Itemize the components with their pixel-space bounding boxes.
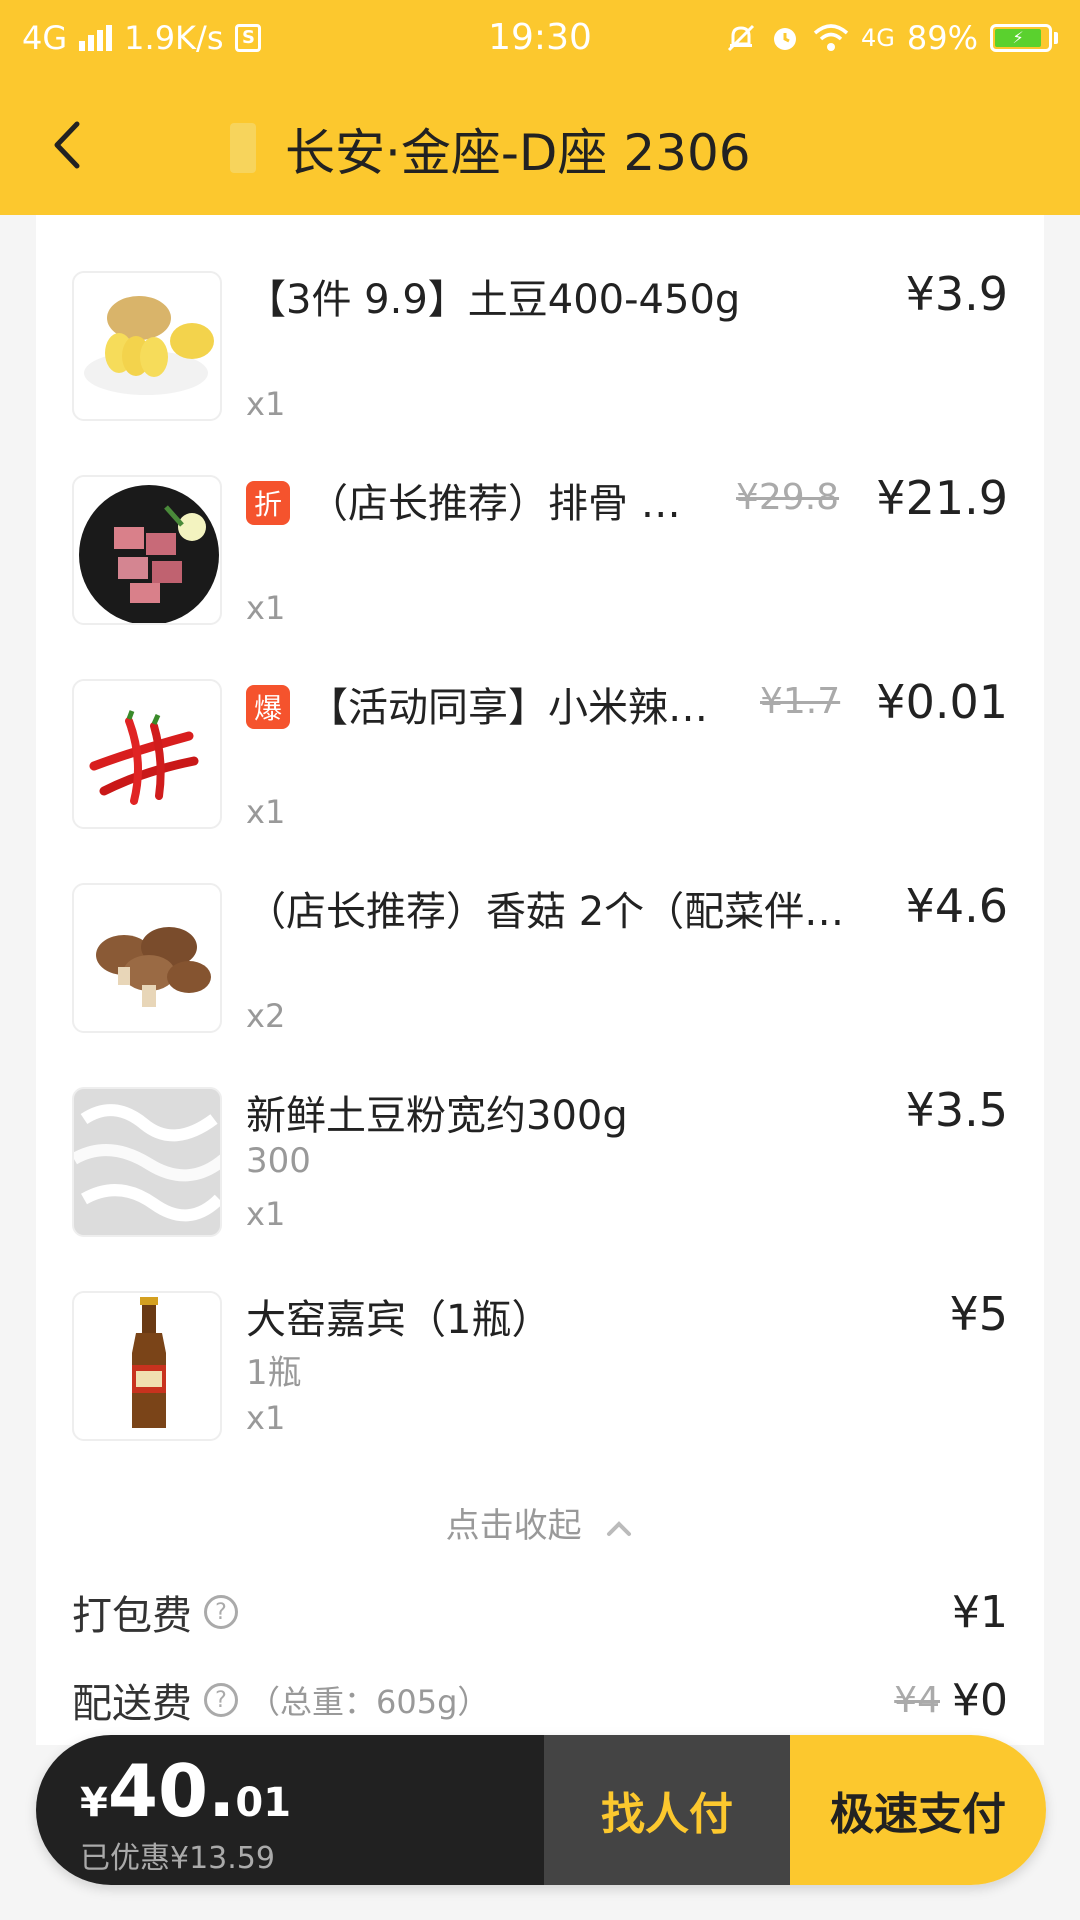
blurred-name <box>230 123 256 173</box>
item-price: ¥5 <box>949 1287 1008 1341</box>
page-title: 长安·金座-D座 2306 <box>285 124 751 182</box>
item-price: ¥4.6 <box>905 879 1008 933</box>
delivery-weight-note: （总重：605g） <box>248 1683 490 1721</box>
packing-fee-label: 打包费 <box>72 1593 192 1639</box>
item-price: ¥3.9 <box>905 267 1008 321</box>
potato-image <box>72 271 222 421</box>
help-icon[interactable]: ? <box>204 1683 238 1717</box>
nav-bar: 长安·金座-D座 2306 <box>0 75 1080 215</box>
item-original-price: ¥29.8 <box>736 477 840 518</box>
order-item[interactable]: 爆 【活动同享】小米辣… ¥1.7 x1 ¥0.01 <box>36 623 1044 831</box>
wifi-icon <box>813 23 849 51</box>
packing-fee-value: ¥1 <box>952 1586 1008 1638</box>
item-qty: x1 <box>246 1399 286 1437</box>
network-speed: 1.9K/s <box>124 18 224 57</box>
mute-bell-icon <box>727 24 755 51</box>
delivery-fee-value: ¥0 <box>952 1674 1008 1726</box>
beer-bottle-image <box>72 1291 222 1441</box>
hot-tag: 爆 <box>246 685 290 729</box>
help-icon[interactable]: ? <box>204 1595 238 1629</box>
item-price: ¥3.5 <box>905 1083 1008 1137</box>
item-price: ¥0.01 <box>876 675 1008 729</box>
collapse-label: 点击收起 <box>445 1506 582 1546</box>
battery-icon: ⚡ <box>990 23 1058 52</box>
item-qty: x1 <box>246 589 286 627</box>
item-name: 【活动同享】小米辣… <box>308 685 708 731</box>
item-original-price: ¥1.7 <box>760 681 841 722</box>
order-item[interactable]: （店长推荐）香菇 2个（配菜伴… x2 ¥4.6 <box>36 827 1044 1035</box>
chevron-up-icon <box>607 1520 632 1536</box>
total-decimal: 01 <box>235 1780 292 1826</box>
sim-icon: S <box>235 23 262 52</box>
currency-symbol: ¥ <box>80 1780 108 1826</box>
order-card: 【3件 9.9】土豆400-450g x1 ¥3.9 折 （店长推荐）排骨 … … <box>36 215 1044 1745</box>
item-spec: 300 <box>246 1141 311 1181</box>
order-item[interactable]: 折 （店长推荐）排骨 … ¥29.8 x1 ¥21.9 <box>36 419 1044 627</box>
item-qty: x1 <box>246 385 286 423</box>
item-price: ¥21.9 <box>876 471 1008 525</box>
item-qty: x2 <box>246 997 286 1035</box>
item-name: 【3件 9.9】土豆400-450g <box>246 277 741 323</box>
order-item[interactable]: 大窑嘉宾（1瓶） 1瓶 x1 ¥5 <box>36 1235 1044 1441</box>
delivery-fee-original: ¥4 <box>894 1679 940 1721</box>
total-integer: 40. <box>107 1749 236 1833</box>
chevron-left-icon <box>54 121 80 169</box>
packing-fee-row: 打包费 ? ¥1 <box>72 1582 1008 1642</box>
pay-summary: ¥40.01 已优惠¥13.59 <box>36 1735 544 1885</box>
item-name: 新鲜土豆粉宽约300g <box>246 1093 628 1139</box>
network-type-right: 4G <box>861 23 895 52</box>
item-qty: x1 <box>246 793 286 831</box>
battery-percent: 89% <box>906 18 978 57</box>
item-qty: x1 <box>246 1195 286 1233</box>
discount-tag: 折 <box>246 481 290 525</box>
express-pay-button[interactable]: 极速支付 <box>790 1735 1046 1885</box>
back-button[interactable] <box>38 115 94 175</box>
item-name: （店长推荐）香菇 2个（配菜伴… <box>246 889 845 935</box>
item-name: （店长推荐）排骨 … <box>308 481 681 527</box>
total-amount: ¥40.01 <box>80 1749 291 1833</box>
mushroom-image <box>72 883 222 1033</box>
alarm-icon <box>774 27 796 50</box>
item-spec: 1瓶 <box>246 1353 302 1393</box>
collapse-toggle[interactable]: 点击收起 <box>36 1498 1044 1547</box>
header: 4G 1.9K/s S 19:30 4G 89% ⚡ 长安·金座-D座 2306 <box>0 0 1080 215</box>
pay-bar: ¥40.01 已优惠¥13.59 找人付 极速支付 <box>36 1735 1046 1885</box>
status-bar: 4G 1.9K/s S 19:30 4G 89% ⚡ <box>0 0 1080 75</box>
network-type: 4G <box>22 18 68 57</box>
delivery-fee-label: 配送费 <box>72 1681 192 1727</box>
chili-pepper-image <box>72 679 222 829</box>
potato-noodle-image <box>72 1087 222 1237</box>
delivery-fee-row: 配送费 ? （总重：605g） ¥4 ¥0 <box>72 1670 1008 1730</box>
ask-friend-pay-button[interactable]: 找人付 <box>544 1735 790 1885</box>
order-item[interactable]: 【3件 9.9】土豆400-450g x1 ¥3.9 <box>36 215 1044 423</box>
item-name: 大窑嘉宾（1瓶） <box>246 1297 552 1343</box>
pork-ribs-image <box>72 475 222 625</box>
signal-icon <box>79 24 113 51</box>
discount-text: 已优惠¥13.59 <box>80 1841 275 1876</box>
order-item[interactable]: 新鲜土豆粉宽约300g 300 x1 ¥3.5 <box>36 1031 1044 1237</box>
